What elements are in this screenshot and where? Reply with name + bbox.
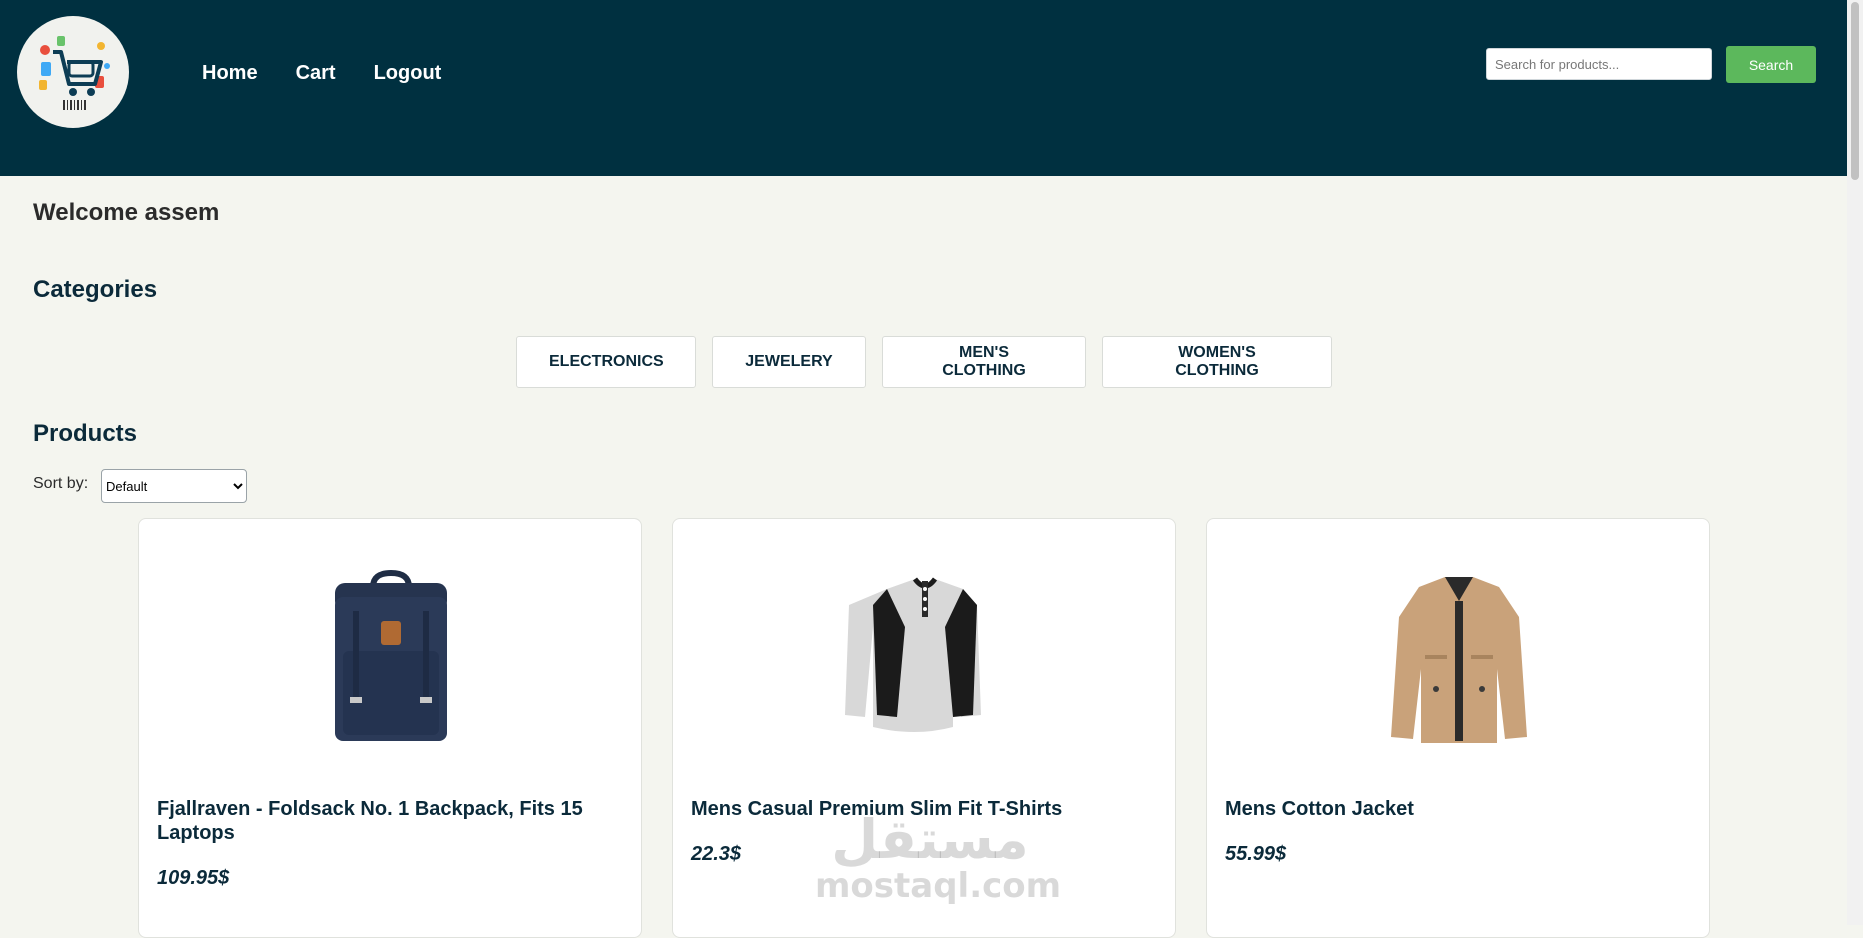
product-card[interactable]: Mens Cotton Jacket 55.99$ [1206,518,1710,938]
welcome-message: Welcome assem [33,199,220,226]
scrollbar-thumb[interactable] [1851,2,1859,180]
watermark-arabic: مستقل [831,808,1029,871]
category-electronics-button[interactable]: ELECTRONICS [516,336,696,388]
site-header: Home Cart Logout Search [0,0,1847,176]
jacket-image [1359,559,1559,749]
main-nav: Home Cart Logout [202,62,441,85]
category-list: ELECTRONICS JEWELERY MEN'S CLOTHING WOME… [516,336,1332,388]
product-card[interactable]: Fjallraven - Foldsack No. 1 Backpack, Fi… [138,518,642,938]
product-price: 109.95$ [157,867,230,889]
nav-cart-link[interactable]: Cart [296,62,336,85]
nav-logout-link[interactable]: Logout [374,62,442,85]
backpack-image [291,559,491,749]
watermark: مستقل mostaql.com [815,808,1062,906]
product-price: 22.3$ [691,843,742,865]
tshirt-image [825,559,1025,749]
page-scrollbar[interactable] [1847,0,1863,925]
sort-select[interactable]: Default [101,469,247,503]
search-input[interactable] [1486,48,1712,80]
category-mens-clothing-button[interactable]: MEN'S CLOTHING [882,336,1086,388]
search-button[interactable]: Search [1726,46,1816,83]
categories-title: Categories [33,276,158,303]
watermark-latin: mostaql.com [815,866,1062,906]
product-name[interactable]: Fjallraven - Foldsack No. 1 Backpack, Fi… [157,797,622,845]
store-logo-icon[interactable] [17,16,129,128]
product-name[interactable]: Mens Cotton Jacket [1225,797,1690,821]
nav-home-link[interactable]: Home [202,62,258,85]
sort-label: Sort by: [33,475,89,492]
products-title: Products [33,420,138,447]
category-womens-clothing-button[interactable]: WOMEN'S CLOTHING [1102,336,1332,388]
category-jewelery-button[interactable]: JEWELERY [712,336,866,388]
product-price: 55.99$ [1225,843,1287,865]
